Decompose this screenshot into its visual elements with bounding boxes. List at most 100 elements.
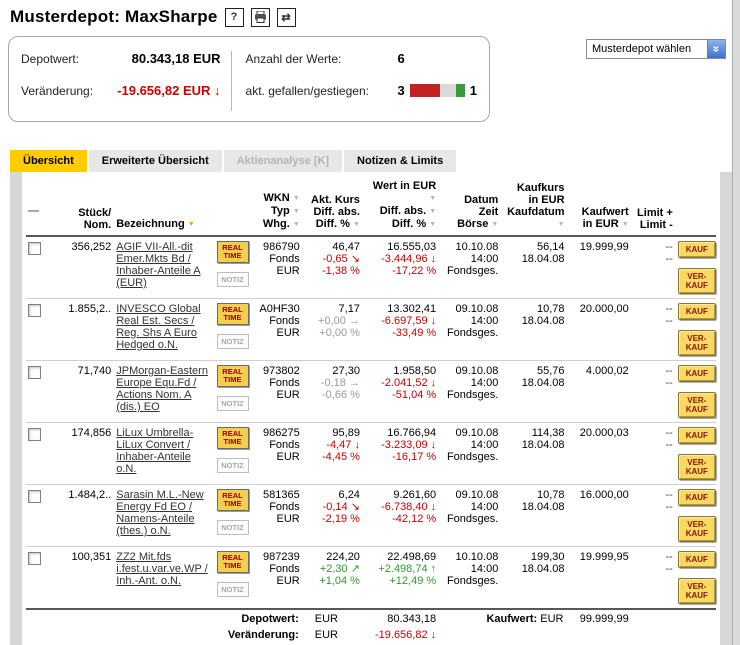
header-select: — xyxy=(26,176,51,237)
notiz-badge[interactable]: NOTIZ xyxy=(216,582,249,597)
realtime-badge[interactable]: REAL TIME xyxy=(216,551,249,573)
totals-kaufwert-label: Kaufwert: xyxy=(486,613,538,625)
depot-table-panel: — Stück/Nom. Bezeichnung ▼ WKN ▼ Typ ▼ W… xyxy=(10,172,732,645)
verkauf-button[interactable]: VER- KAUF xyxy=(677,268,716,294)
kauf-button[interactable]: KAUF xyxy=(677,241,716,258)
sort-icon: ▼ xyxy=(292,208,300,215)
sort-icon: ▼ xyxy=(429,221,437,228)
wert-eur: 9.261,60 xyxy=(393,489,437,501)
verkauf-button[interactable]: VER- KAUF xyxy=(677,578,716,604)
header-datum-zeit-boerse[interactable]: Datum Zeit Börse ▼ xyxy=(439,176,502,237)
summary-right: Anzahl der Werte: 6 akt. gefallen/gestie… xyxy=(232,51,477,111)
fund-name-link[interactable]: ZZ2 Mit.fds i.fest.u.var.ve.WP / Inh.-An… xyxy=(116,551,208,587)
realtime-badge[interactable]: REAL TIME xyxy=(216,427,249,449)
fund-name-link[interactable]: INVESCO Global Real Est. Secs / Reg. Shs… xyxy=(116,303,200,351)
notiz-badge[interactable]: NOTIZ xyxy=(216,334,249,349)
refresh-icon[interactable]: ⇄ xyxy=(276,7,296,27)
verkauf-button[interactable]: VER- KAUF xyxy=(677,330,716,356)
kauf-button[interactable]: KAUF xyxy=(677,365,716,382)
row-checkbox[interactable] xyxy=(28,428,41,441)
wert-eur: 1.958,50 xyxy=(393,365,437,377)
header-stueck-nom[interactable]: Stück/Nom. xyxy=(50,176,115,237)
kauf-button[interactable]: KAUF xyxy=(677,551,716,568)
anzahl-label: Anzahl der Werte: xyxy=(245,51,342,66)
verkauf-button[interactable]: VER- KAUF xyxy=(677,516,716,542)
kaufwert: 4.000,02 xyxy=(567,360,632,423)
notiz-badge[interactable]: NOTIZ xyxy=(216,272,249,287)
totals-veraenderung-label: Veränderung: xyxy=(227,629,299,641)
header-kaufwert[interactable]: Kaufwert in EUR ▼ xyxy=(567,176,632,237)
row-checkbox[interactable] xyxy=(28,304,41,317)
page-title: Musterdepot: MaxSharpe xyxy=(10,7,218,26)
fund-name-link[interactable]: LiLux Umbrella-LiLux Convert / Inhaber-A… xyxy=(116,427,193,475)
notiz-badge[interactable]: NOTIZ xyxy=(216,396,249,411)
chevron-down-icon[interactable]: » xyxy=(707,40,725,58)
totals-currency: EUR xyxy=(314,613,338,625)
fund-name-link[interactable]: AGIF VII-All.-dit Emer.Mkts Bd / Inhaber… xyxy=(116,241,200,289)
limit-minus: -- xyxy=(665,439,673,451)
limit-minus: -- xyxy=(665,377,673,389)
header-akt-kurs[interactable]: Akt. Kurs Diff. abs. Diff. % ▼ xyxy=(302,176,363,237)
sort-icon: ▼ xyxy=(353,221,360,228)
trend-arrow-icon: ↓ xyxy=(430,501,437,513)
summary-left: Depotwert: 80.343,18 EUR Veränderung: -1… xyxy=(21,51,232,111)
header-bezeichnung[interactable]: Bezeichnung ▼ xyxy=(114,176,215,237)
kauf-button[interactable]: KAUF xyxy=(677,303,716,320)
akt-kurs: 6,24 xyxy=(338,489,360,501)
quantity: 100,351 xyxy=(50,546,115,610)
kaufkurs: 55,76 xyxy=(536,365,565,377)
realtime-badge[interactable]: REAL TIME xyxy=(216,241,249,263)
realtime-badge[interactable]: REAL TIME xyxy=(216,489,249,511)
fund-name-link[interactable]: JPMorgan-Eastern Europe Equ.Fd / Actions… xyxy=(116,365,208,413)
quantity: 174,856 xyxy=(50,422,115,485)
realtime-badge[interactable]: REAL TIME xyxy=(216,365,249,387)
wkn: 987239 xyxy=(263,551,300,563)
depot-table: — Stück/Nom. Bezeichnung ▼ WKN ▼ Typ ▼ W… xyxy=(26,176,716,645)
row-checkbox[interactable] xyxy=(28,366,41,379)
help-icon[interactable]: ? xyxy=(224,7,244,27)
kauf-button[interactable]: KAUF xyxy=(677,489,716,506)
depotwert-value: 80.343,18 EUR xyxy=(131,51,221,66)
datum: 09.10.08 xyxy=(455,427,499,439)
realtime-badge[interactable]: REAL TIME xyxy=(216,303,249,325)
akt-kurs: 46,47 xyxy=(332,241,360,253)
tab-notizen-limits[interactable]: Notizen & Limits xyxy=(344,150,457,172)
gefallen-count: 3 xyxy=(397,83,405,98)
header-wkn-typ-whg[interactable]: WKN ▼ Typ ▼ Whg. ▼ xyxy=(252,176,303,237)
header-kaufkurs[interactable]: Kaufkurs in EUR Kaufdatum ▼ xyxy=(501,176,568,237)
gestiegen-count: 1 xyxy=(469,83,477,98)
musterdepot-select[interactable]: Musterdepot wählen » xyxy=(586,39,726,59)
header-wert-eur[interactable]: Wert in EUR ▼ Diff. abs. ▼ Diff. % ▼ xyxy=(362,176,440,237)
trend-arrow-icon: ↓ xyxy=(430,253,437,265)
row-checkbox[interactable] xyxy=(28,242,41,255)
wkn: A0HF30 xyxy=(259,303,300,315)
trend-arrow-icon: ↗ xyxy=(350,563,360,575)
titlebar: Musterdepot: MaxSharpe ? ⇄ xyxy=(0,0,740,27)
verkauf-button[interactable]: VER- KAUF xyxy=(677,392,716,418)
limit-plus: -- xyxy=(665,489,673,501)
wert-eur: 16.555,03 xyxy=(387,241,437,253)
sort-icon: ▼ xyxy=(187,221,195,228)
kaufwert: 16.000,00 xyxy=(567,484,632,547)
table-row: 100,351 ZZ2 Mit.fds i.fest.u.var.ve.WP /… xyxy=(26,546,716,610)
fund-name-link[interactable]: Sarasin M.L.-New Energy Fd EO / Namens-A… xyxy=(116,489,203,537)
tab-uebersicht[interactable]: Übersicht xyxy=(10,150,87,172)
sort-icon: ▼ xyxy=(429,208,437,215)
row-checkbox[interactable] xyxy=(28,552,41,565)
trend-arrow-icon: ↓ xyxy=(430,439,437,451)
anzahl-value: 6 xyxy=(397,51,405,66)
trend-arrow-icon: → xyxy=(348,377,360,389)
tab-erweiterte-uebersicht[interactable]: Erweiterte Übersicht xyxy=(88,150,222,172)
fallen-gestiegen-bar xyxy=(409,84,465,97)
kauf-button[interactable]: KAUF xyxy=(677,427,716,444)
kaufkurs: 56,14 xyxy=(536,241,565,253)
notiz-badge[interactable]: NOTIZ xyxy=(216,520,249,535)
notiz-badge[interactable]: NOTIZ xyxy=(216,458,249,473)
row-checkbox[interactable] xyxy=(28,490,41,503)
wert-eur: 13.302,41 xyxy=(387,303,437,315)
wkn: 581365 xyxy=(263,489,300,501)
print-icon[interactable] xyxy=(250,7,270,27)
trend-arrow-icon: ↓ xyxy=(430,377,437,389)
verkauf-button[interactable]: VER- KAUF xyxy=(677,454,716,480)
wkn: 973802 xyxy=(263,365,300,377)
